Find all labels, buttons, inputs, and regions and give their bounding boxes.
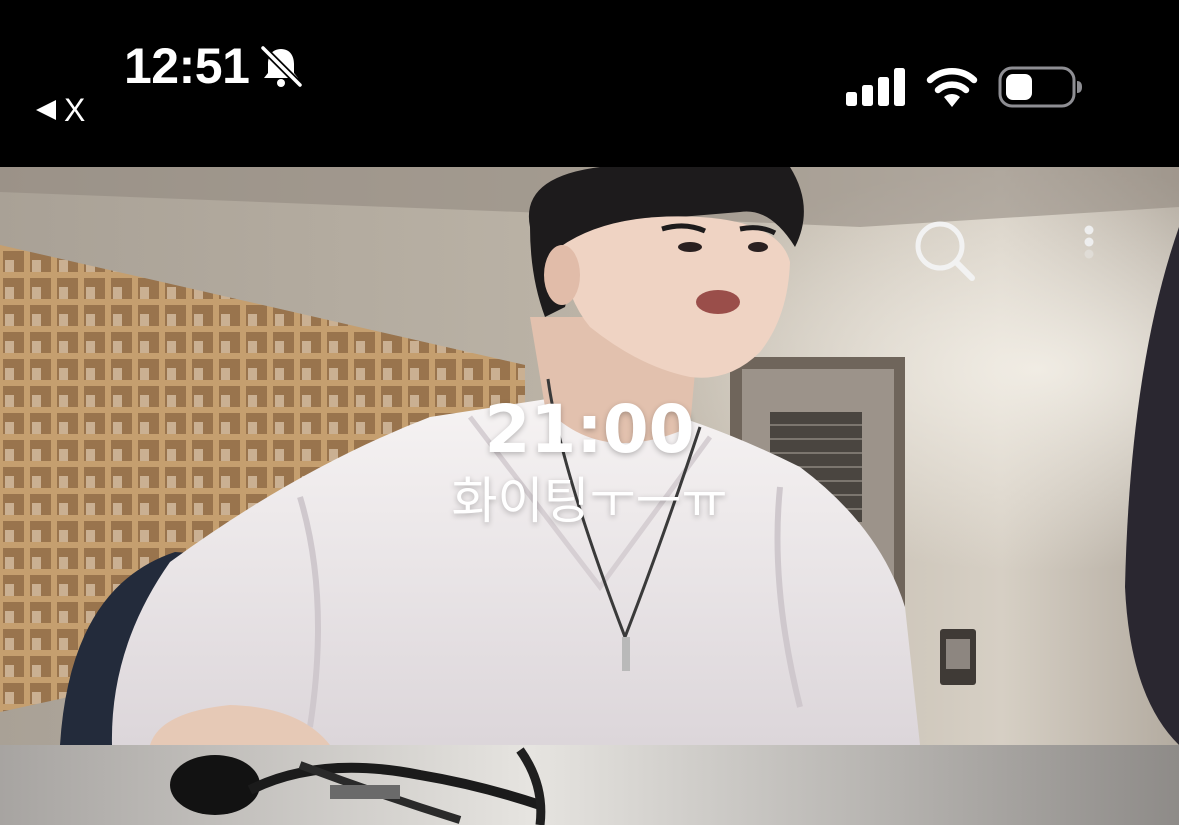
next-video-frame: [0, 745, 1179, 825]
search-icon[interactable]: [912, 218, 978, 284]
wifi-icon: [926, 68, 978, 107]
cellular-signal-icon: [846, 68, 905, 106]
battery-icon: [998, 66, 1082, 108]
video-player[interactable]: 21:00 화이팅ㅜㅡㅠ: [0, 167, 1179, 745]
bell-off-icon: [259, 44, 304, 88]
status-clock: 12:51: [124, 38, 250, 94]
app-screen: 12:51 X 21:00 화이팅ㅜㅡㅠ: [0, 0, 1179, 825]
more-vertical-icon[interactable]: [1074, 222, 1104, 262]
back-to-app-link[interactable]: X: [36, 92, 85, 128]
status-bar: 12:51 X: [0, 0, 1179, 167]
back-triangle-icon: [36, 100, 56, 120]
next-video-thumbnail[interactable]: [0, 745, 1179, 825]
overlay-caption-text: 화이팅ㅜㅡㅠ: [451, 472, 728, 530]
back-app-label: X: [64, 92, 86, 128]
overlay-time-text: 21:00: [484, 391, 695, 468]
